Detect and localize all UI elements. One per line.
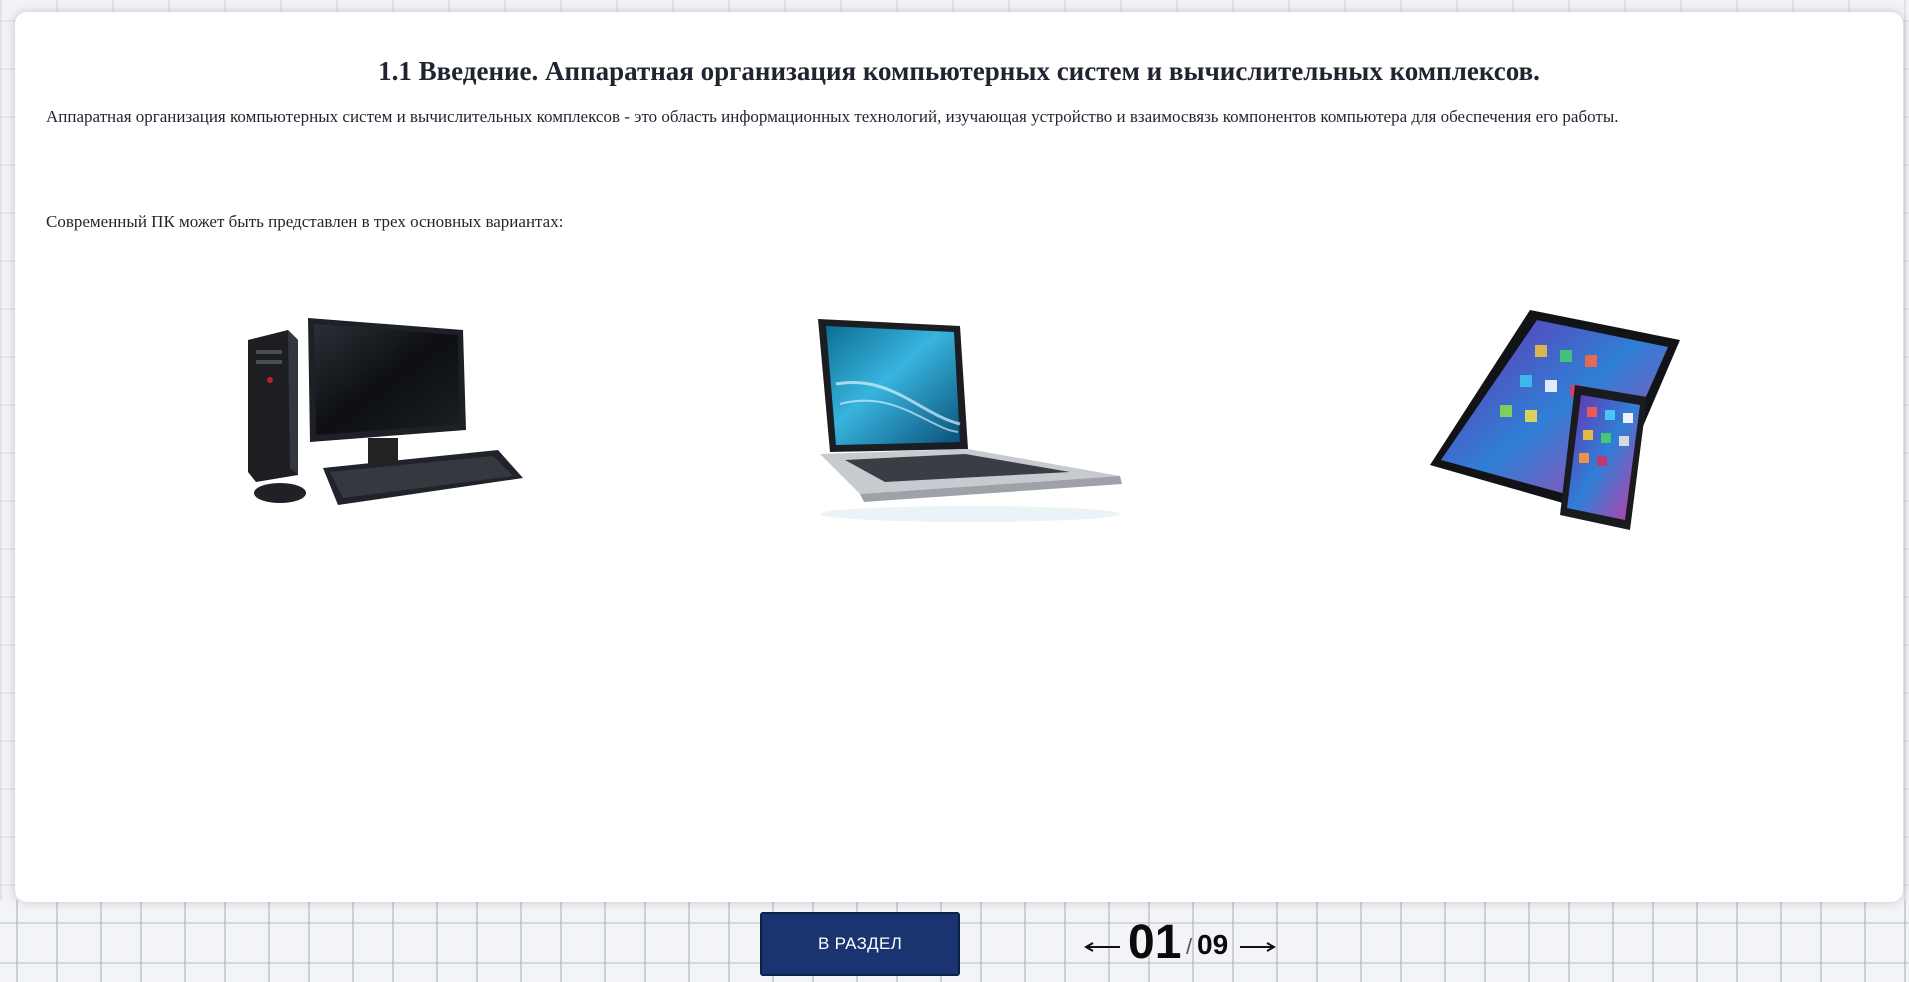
next-page-arrow-icon[interactable]	[1238, 942, 1276, 952]
to-section-button[interactable]: В РАЗДЕЛ	[760, 912, 960, 976]
laptop-icon	[818, 319, 1122, 522]
tablet-and-smartphone-image	[1425, 295, 1705, 535]
prev-page-arrow-icon[interactable]	[1084, 942, 1122, 952]
variants-lead-text: Современный ПК может быть представлен в …	[46, 212, 564, 231]
laptop-image	[800, 304, 1130, 534]
tablet-and-smartphone-icon	[1430, 310, 1680, 530]
desktop-computer-image	[228, 300, 528, 525]
page-title: 1.1 Введение. Аппаратная организация ком…	[378, 56, 1540, 86]
total-pages-number: 09	[1197, 929, 1229, 960]
content-card: 1.1 Введение. Аппаратная организация ком…	[15, 12, 1903, 902]
current-page-number: 01	[1128, 916, 1182, 969]
intro-paragraph: Аппаратная организация компьютерных сист…	[46, 107, 1619, 126]
page-navigation: 01 / 09	[1080, 914, 1280, 974]
page-separator: /	[1186, 934, 1193, 959]
desktop-computer-icon	[248, 318, 523, 505]
